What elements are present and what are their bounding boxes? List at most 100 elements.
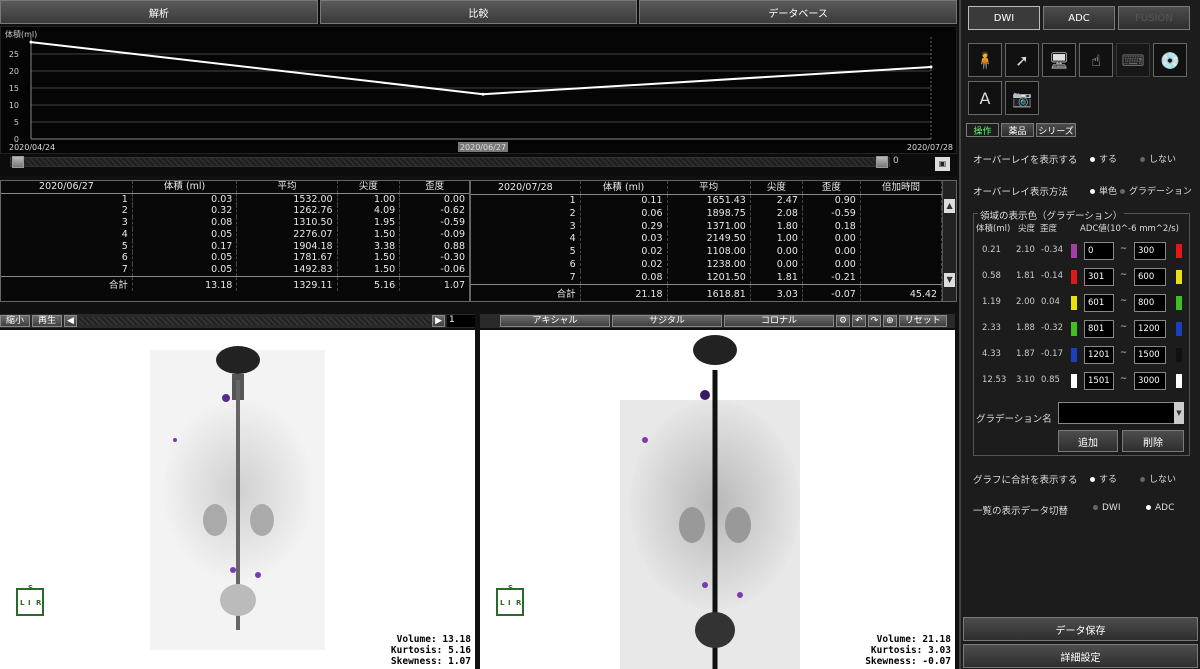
col-header: 2020/07/28 — [471, 181, 581, 195]
cursor-icon[interactable]: ➚ — [1005, 43, 1039, 77]
adc-to-input[interactable]: 3000 — [1134, 372, 1166, 390]
rotate-right-icon[interactable]: ↷ — [867, 315, 882, 327]
table-cell: 2149.50 — [667, 232, 751, 246]
range-end-handle[interactable] — [876, 156, 888, 168]
color-swatch-from[interactable] — [1071, 322, 1077, 336]
hand-select-icon[interactable]: ☝ — [1079, 43, 1113, 77]
view-axial-button[interactable]: アキシャル — [500, 315, 610, 327]
chevron-down-icon[interactable]: ▼ — [1174, 402, 1184, 424]
method-grad-radio[interactable]: グラデーション — [1120, 184, 1192, 197]
delete-button[interactable]: 削除 — [1122, 430, 1184, 452]
graph-on-radio[interactable]: する — [1090, 472, 1117, 485]
adc-to-input[interactable]: 800 — [1134, 294, 1166, 312]
table-row[interactable]: 2 0.06 1898.75 2.08 -0.59 — [471, 207, 943, 221]
graph-off-radio[interactable]: しない — [1140, 472, 1176, 485]
person-icon[interactable]: 🧍 — [968, 43, 1002, 77]
save-data-button[interactable]: データ保存 — [963, 617, 1198, 641]
reset-button[interactable]: リセット — [898, 315, 947, 327]
add-button[interactable]: 追加 — [1058, 430, 1118, 452]
table-row[interactable]: 3 0.08 1310.50 1.95 -0.59 — [1, 217, 469, 229]
color-swatch-from[interactable] — [1071, 244, 1077, 258]
adc-to-input[interactable]: 1500 — [1134, 346, 1166, 364]
table-row[interactable]: 7 0.05 1492.83 1.50 -0.06 — [1, 263, 469, 277]
keyboard-icon[interactable]: ⌨ — [1116, 43, 1150, 77]
color-swatch-from[interactable] — [1071, 348, 1077, 362]
table-row[interactable]: 6 0.05 1781.67 1.50 -0.30 — [1, 252, 469, 264]
table-row[interactable]: 4 0.03 2149.50 1.00 0.00 — [471, 232, 943, 246]
timeline-track[interactable] — [10, 157, 890, 167]
subtab-drug[interactable]: 薬品 — [1001, 123, 1034, 137]
settings-icon[interactable]: ⚙ — [836, 315, 851, 327]
timeline-slider[interactable]: 0 ▣ — [0, 154, 957, 176]
frame-slider[interactable] — [78, 317, 431, 325]
subtab-operation[interactable]: 操作 — [966, 123, 999, 137]
adc-from-input[interactable]: 1201 — [1084, 346, 1114, 364]
adc-to-input[interactable]: 600 — [1134, 268, 1166, 286]
frame-input[interactable]: 1 — [447, 315, 475, 327]
tab-database[interactable]: データベース — [639, 0, 958, 24]
tab-compare[interactable]: 比較 — [319, 0, 638, 24]
camera-icon[interactable]: 📷 — [1005, 81, 1039, 115]
orient-left: R — [36, 599, 42, 607]
color-swatch-to[interactable] — [1176, 270, 1182, 284]
table-row[interactable]: 2 0.32 1262.76 4.09 -0.62 — [1, 205, 469, 218]
adc-from-input[interactable]: 301 — [1084, 268, 1114, 286]
subtab-series[interactable]: シリーズ — [1036, 123, 1076, 137]
grad-name-select[interactable] — [1058, 402, 1182, 424]
adc-from-input[interactable]: 801 — [1084, 320, 1114, 338]
table-row[interactable]: 7 0.08 1201.50 1.81 -0.21 — [471, 271, 943, 285]
adc-to-input[interactable]: 1200 — [1134, 320, 1166, 338]
adc-to-input[interactable]: 300 — [1134, 242, 1166, 260]
mode-adc-button[interactable]: ADC — [1043, 6, 1115, 30]
table-cell — [860, 245, 943, 259]
scroll-up-icon[interactable]: ▲ — [944, 199, 956, 213]
list-adc-radio[interactable]: ADC — [1146, 503, 1174, 513]
table-row[interactable]: 6 0.02 1238.00 0.00 0.00 — [471, 258, 943, 272]
color-swatch-from[interactable] — [1071, 296, 1077, 310]
table-row[interactable]: 1 0.03 1532.00 1.00 0.00 — [1, 193, 469, 206]
adc-from-input[interactable]: 1501 — [1084, 372, 1114, 390]
color-swatch-to[interactable] — [1176, 296, 1182, 310]
view-sagittal-button[interactable]: サジタル — [612, 315, 722, 327]
table-row[interactable]: 4 0.05 2276.07 1.50 -0.09 — [1, 228, 469, 241]
overlay-off-radio[interactable]: しない — [1140, 152, 1176, 165]
text-arrow-icon[interactable]: A — [968, 81, 1002, 115]
scroll-down-icon[interactable]: ▼ — [944, 273, 956, 287]
overlay-on-radio[interactable]: する — [1090, 152, 1117, 165]
color-swatch-from[interactable] — [1071, 374, 1077, 388]
range-start-handle[interactable] — [12, 156, 24, 168]
table-row[interactable]: 3 0.29 1371.00 1.80 0.18 — [471, 220, 943, 233]
table-row[interactable]: 5 0.02 1108.00 0.00 0.00 — [471, 245, 943, 259]
mode-fusion-button[interactable]: FUSION — [1118, 6, 1190, 30]
detail-settings-button[interactable]: 詳細設定 — [963, 644, 1198, 668]
list-dwi-radio[interactable]: DWI — [1093, 503, 1120, 513]
prev-frame-icon[interactable]: ◀ — [64, 315, 77, 327]
table-scrollbar[interactable]: ▲ ▼ — [942, 181, 956, 301]
play-button[interactable]: 再生 — [32, 315, 63, 327]
color-swatch-to[interactable] — [1176, 244, 1182, 258]
view-coronal-button[interactable]: コロナル — [724, 315, 834, 327]
cd-icon[interactable]: 💿 — [1153, 43, 1187, 77]
color-swatch-to[interactable] — [1176, 374, 1182, 388]
adc-from-input[interactable]: 601 — [1084, 294, 1114, 312]
table-cell: 0.32 — [132, 205, 238, 218]
table-row[interactable]: 1 0.11 1651.43 2.47 0.90 — [471, 194, 943, 208]
y-axis-label: 体積(ml) — [5, 29, 37, 39]
monitor-icon[interactable]: 🖥 — [1042, 43, 1076, 77]
table-row[interactable]: 5 0.17 1904.18 3.38 0.88 — [1, 240, 469, 253]
left-mip-viewer[interactable]: S L I R Volume: 13.18 Kurtosis: 5.16 Ske… — [0, 330, 475, 669]
rotate-left-icon[interactable]: ↶ — [852, 315, 866, 327]
color-swatch-to[interactable] — [1176, 348, 1182, 362]
zoom-icon[interactable]: ⊕ — [883, 315, 897, 327]
color-swatch-from[interactable] — [1071, 270, 1077, 284]
next-frame-icon[interactable]: ▶ — [432, 315, 445, 327]
tab-analysis[interactable]: 解析 — [0, 0, 318, 24]
collapse-button[interactable]: 縮小 — [0, 315, 31, 327]
col-header: 歪度 — [802, 181, 861, 195]
color-swatch-to[interactable] — [1176, 322, 1182, 336]
right-mip-viewer[interactable]: S L I R Volume: 21.18 Kurtosis: 3.03 Ske… — [480, 330, 955, 669]
screenshot-icon[interactable]: ▣ — [935, 157, 950, 171]
method-mono-radio[interactable]: 単色 — [1090, 184, 1117, 197]
adc-from-input[interactable]: 0 — [1084, 242, 1114, 260]
mode-dwi-button[interactable]: DWI — [968, 6, 1040, 30]
